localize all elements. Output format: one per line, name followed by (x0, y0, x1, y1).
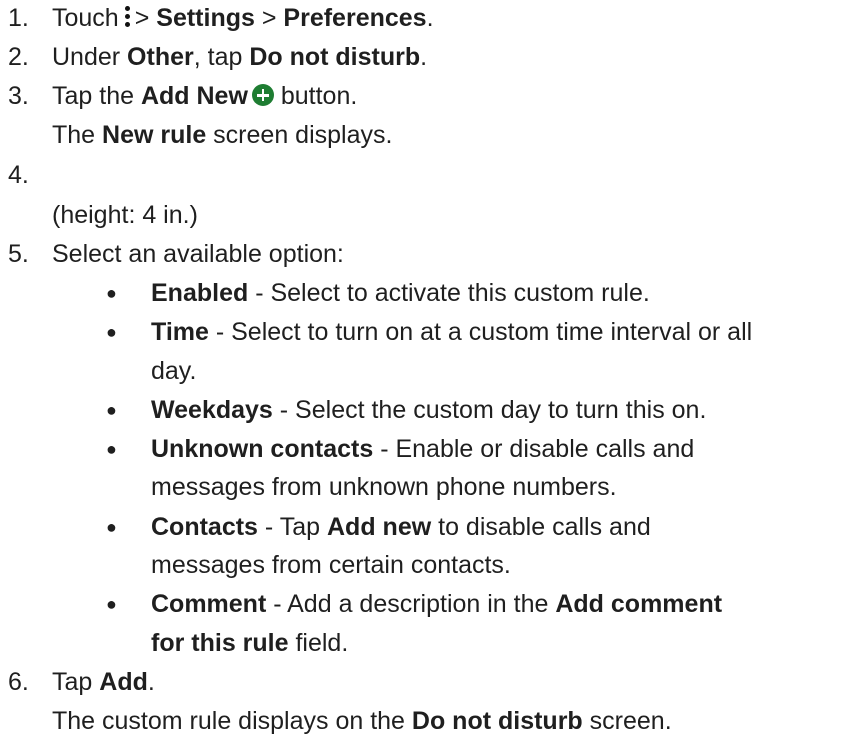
bullet-icon: ● (106, 283, 117, 304)
bullet-icon: ● (106, 399, 117, 420)
step-number: 3. (8, 82, 29, 111)
step-number: 5. (8, 239, 29, 268)
step-number: 4. (8, 160, 29, 189)
step-number: 1. (8, 3, 29, 32)
step-number: 6. (8, 667, 29, 696)
step-number: 2. (8, 42, 29, 71)
kebab-menu-icon (123, 5, 131, 29)
bullet-icon: ● (106, 516, 117, 537)
bullet-icon: ● (106, 322, 117, 343)
bullet-icon: ● (106, 439, 117, 460)
instruction-document: 1. Touch > Settings > Preferences. 2. Und… (8, 3, 753, 735)
add-new-plus-icon (251, 84, 274, 107)
bullet-icon: ● (106, 594, 117, 615)
